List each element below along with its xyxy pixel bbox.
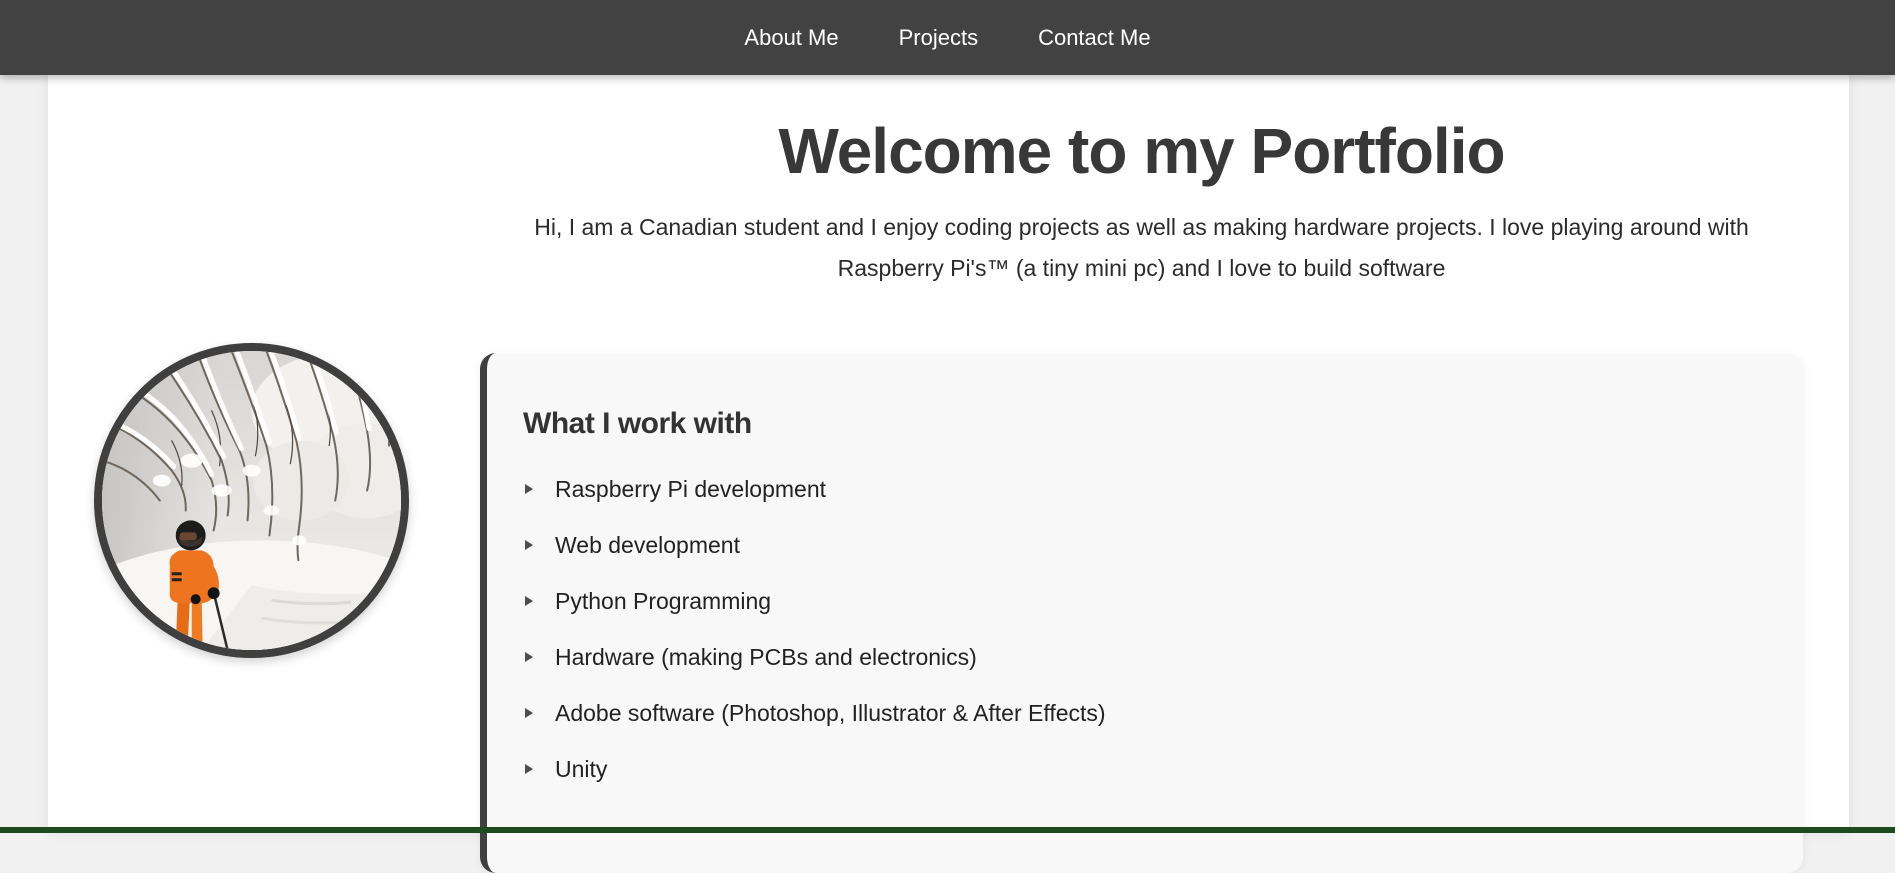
- skier-photo-illustration: [102, 351, 401, 650]
- list-item-label: Web development: [555, 532, 740, 559]
- list-bullet-icon: [525, 652, 533, 662]
- nav-link-about-me[interactable]: About Me: [714, 0, 868, 75]
- nav-link-projects[interactable]: Projects: [869, 0, 1008, 75]
- list-bullet-icon: [525, 764, 533, 774]
- avatar-column: [94, 343, 409, 873]
- list-item-label: Raspberry Pi development: [555, 476, 826, 503]
- list-item: Hardware (making PCBs and electronics): [523, 629, 1763, 685]
- list-item: Unity: [523, 741, 1763, 797]
- list-item-label: Python Programming: [555, 588, 771, 615]
- work-list: Raspberry Pi development Web development…: [523, 461, 1763, 797]
- list-item: Adobe software (Photoshop, Illustrator &…: [523, 685, 1763, 741]
- list-bullet-icon: [525, 540, 533, 550]
- list-item: Web development: [523, 517, 1763, 573]
- nav-link-contact-me[interactable]: Contact Me: [1008, 0, 1181, 75]
- top-navbar: About Me Projects Contact Me: [0, 0, 1895, 75]
- list-item-label: Hardware (making PCBs and electronics): [555, 644, 977, 671]
- list-bullet-icon: [525, 484, 533, 494]
- list-item-label: Adobe software (Photoshop, Illustrator &…: [555, 700, 1106, 727]
- list-item: Python Programming: [523, 573, 1763, 629]
- list-bullet-icon: [525, 708, 533, 718]
- list-item-label: Unity: [555, 756, 607, 783]
- intro-text: Hi, I am a Canadian student and I enjoy …: [512, 207, 1772, 289]
- work-card-title: What I work with: [523, 407, 1763, 441]
- hero-section: Welcome to my Portfolio Hi, I am a Canad…: [480, 75, 1803, 289]
- page-content: Welcome to my Portfolio Hi, I am a Canad…: [48, 75, 1849, 833]
- list-bullet-icon: [525, 596, 533, 606]
- profile-photo: [94, 343, 409, 658]
- work-card: What I work with Raspberry Pi developmen…: [480, 353, 1803, 873]
- page-title: Welcome to my Portfolio: [480, 75, 1803, 191]
- list-item: Raspberry Pi development: [523, 461, 1763, 517]
- content-row: What I work with Raspberry Pi developmen…: [94, 343, 1803, 873]
- footer-accent-bar: [0, 827, 1895, 833]
